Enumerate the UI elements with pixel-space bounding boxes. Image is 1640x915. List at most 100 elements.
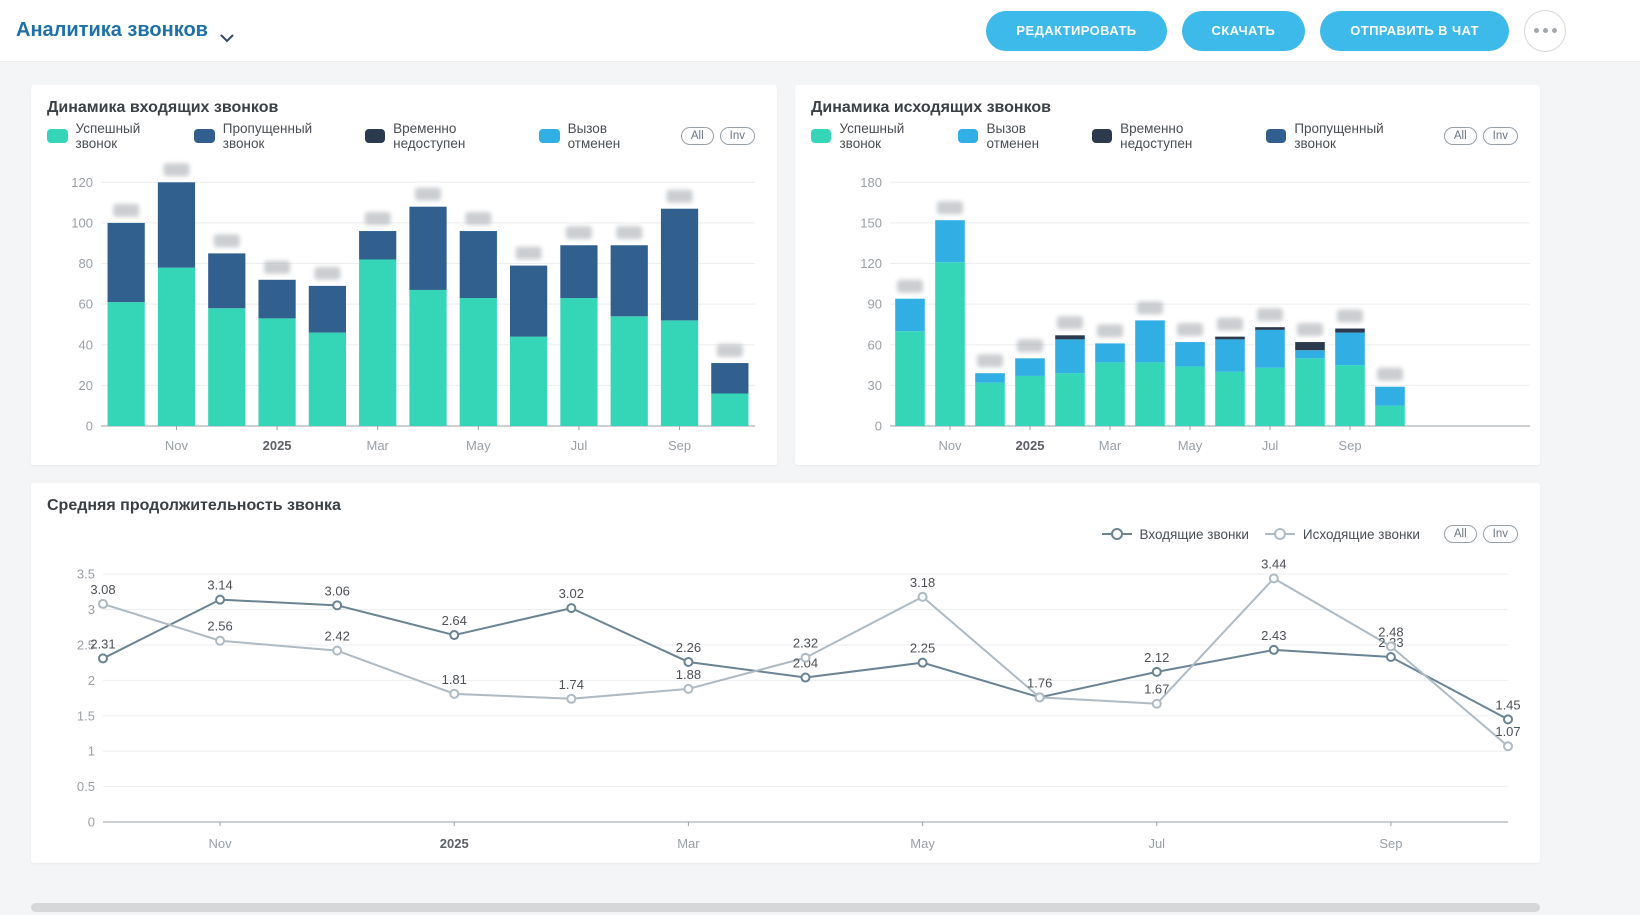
all-button[interactable]: All: [681, 127, 714, 145]
legend-swatch-icon: [194, 129, 215, 143]
page-title: Аналитика звонков: [16, 19, 234, 42]
legend-item[interactable]: Исходящие звонки: [1265, 527, 1420, 542]
svg-text:Jul: Jul: [1148, 836, 1165, 851]
svg-text:May: May: [910, 836, 935, 851]
page-title-label: Аналитика звонков: [16, 19, 208, 42]
svg-text:3.5: 3.5: [77, 567, 95, 582]
svg-text:1: 1: [88, 744, 95, 759]
legend-swatch-icon: [47, 129, 68, 143]
legend-item-label: Временно недоступен: [1120, 121, 1250, 151]
top-bar: Аналитика звонков РЕДАКТИРОВАТЬ СКАЧАТЬ …: [0, 0, 1640, 62]
incoming-chart-legend: Успешный звонок Пропущенный звонок Временн…: [31, 117, 777, 148]
svg-text:Sep: Sep: [1379, 836, 1402, 851]
svg-text:May: May: [1178, 438, 1203, 453]
svg-text:Sep: Sep: [668, 438, 691, 453]
svg-text:2.48: 2.48: [1378, 624, 1403, 639]
inv-button[interactable]: Inv: [1483, 127, 1518, 145]
svg-text:100: 100: [71, 215, 93, 230]
legend-swatch-icon: [365, 129, 386, 143]
svg-text:May: May: [466, 438, 491, 453]
chevron-down-icon[interactable]: [220, 26, 234, 35]
svg-text:2025: 2025: [1016, 438, 1045, 453]
legend-item[interactable]: Пропущенный звонок: [194, 121, 348, 151]
legend-item[interactable]: Временно недоступен: [1092, 121, 1250, 151]
legend-swatch-icon: [958, 129, 978, 143]
legend-swatch-icon: [811, 129, 831, 143]
legend-item[interactable]: Временно недоступен: [365, 121, 523, 151]
legend-item[interactable]: Входящие звонки: [1102, 527, 1249, 542]
svg-text:1.74: 1.74: [559, 677, 584, 692]
svg-text:3.44: 3.44: [1261, 556, 1286, 571]
svg-text:3.02: 3.02: [559, 586, 584, 601]
svg-text:Sep: Sep: [1338, 438, 1361, 453]
svg-text:120: 120: [71, 175, 93, 190]
svg-text:40: 40: [79, 337, 93, 352]
svg-text:Mar: Mar: [1099, 438, 1122, 453]
avg-duration-chart-title: Средняя продолжительность звонка: [31, 483, 1540, 515]
horizontal-scrollbar[interactable]: [31, 903, 1540, 912]
svg-text:60: 60: [79, 297, 93, 312]
svg-text:30: 30: [868, 378, 882, 393]
legend-item-label: Пропущенный звонок: [223, 121, 349, 151]
svg-text:2.26: 2.26: [676, 640, 701, 655]
legend-item[interactable]: Пропущенный звонок: [1266, 121, 1420, 151]
ellipsis-icon: [1552, 28, 1557, 33]
incoming-calls-chart: 020406080100120Nov2025MarMayJulSep: [31, 148, 777, 458]
svg-text:90: 90: [868, 297, 882, 312]
legend-item-label: Пропущенный звонок: [1294, 121, 1420, 151]
svg-text:Jul: Jul: [1262, 438, 1279, 453]
download-button[interactable]: СКАЧАТЬ: [1182, 11, 1306, 51]
svg-text:Mar: Mar: [677, 836, 700, 851]
svg-text:80: 80: [79, 256, 93, 271]
svg-text:2.43: 2.43: [1261, 628, 1286, 643]
avg-duration-chart: 00.511.522.533.5Nov2025MarMayJulSep2.313…: [31, 546, 1540, 856]
svg-text:60: 60: [868, 337, 882, 352]
more-options-button[interactable]: [1524, 10, 1566, 52]
svg-text:3.08: 3.08: [90, 582, 115, 597]
all-button[interactable]: All: [1444, 127, 1477, 145]
svg-text:2.31: 2.31: [90, 636, 115, 651]
svg-text:120: 120: [860, 256, 882, 271]
edit-button[interactable]: РЕДАКТИРОВАТЬ: [986, 11, 1166, 51]
legend-item[interactable]: Вызов отменен: [958, 121, 1076, 151]
legend-item[interactable]: Вызов отменен: [539, 121, 657, 151]
outgoing-chart-legend: Успешный звонок Вызов отменен Временно нед…: [795, 117, 1540, 148]
svg-text:3.06: 3.06: [325, 583, 350, 598]
svg-text:0: 0: [86, 419, 93, 434]
all-button[interactable]: All: [1444, 525, 1477, 543]
legend-controls: All Inv: [1444, 127, 1518, 145]
svg-text:2.25: 2.25: [910, 641, 935, 656]
svg-text:2.42: 2.42: [325, 629, 350, 644]
svg-text:1.88: 1.88: [676, 667, 701, 682]
svg-text:1.81: 1.81: [442, 672, 467, 687]
svg-text:1.67: 1.67: [1144, 682, 1169, 697]
svg-text:2025: 2025: [440, 836, 469, 851]
svg-text:2.12: 2.12: [1144, 650, 1169, 665]
inv-button[interactable]: Inv: [1483, 525, 1518, 543]
inv-button[interactable]: Inv: [720, 127, 755, 145]
svg-text:2: 2: [88, 673, 95, 688]
legend-swatch-icon: [1266, 129, 1287, 143]
incoming-calls-card: Динамика входящих звонков Успешный звоно…: [31, 85, 777, 465]
legend-item-label: Входящие звонки: [1140, 527, 1249, 542]
svg-text:20: 20: [79, 378, 93, 393]
dashboard: Динамика входящих звонков Успешный звоно…: [0, 62, 1640, 912]
svg-text:Nov: Nov: [938, 438, 962, 453]
ellipsis-icon: [1543, 28, 1548, 33]
legend-item-label: Вызов отменен: [568, 121, 657, 151]
legend-item-label: Исходящие звонки: [1303, 527, 1420, 542]
legend-item-label: Успешный звонок: [76, 121, 179, 151]
legend-item[interactable]: Успешный звонок: [811, 121, 942, 151]
svg-text:0: 0: [88, 815, 95, 830]
legend-item[interactable]: Успешный звонок: [47, 121, 178, 151]
svg-text:1.07: 1.07: [1495, 724, 1520, 739]
send-to-chat-button[interactable]: ОТПРАВИТЬ В ЧАТ: [1320, 11, 1509, 51]
outgoing-calls-chart: 0306090120150180Nov2025MarMayJulSep: [795, 148, 1540, 458]
legend-item-label: Успешный звонок: [839, 121, 942, 151]
svg-text:Nov: Nov: [209, 836, 233, 851]
legend-item-label: Вызов отменен: [986, 121, 1075, 151]
svg-text:2.64: 2.64: [442, 613, 467, 628]
svg-text:2.56: 2.56: [207, 619, 232, 634]
legend-item-label: Временно недоступен: [393, 121, 523, 151]
svg-text:3.14: 3.14: [207, 578, 232, 593]
